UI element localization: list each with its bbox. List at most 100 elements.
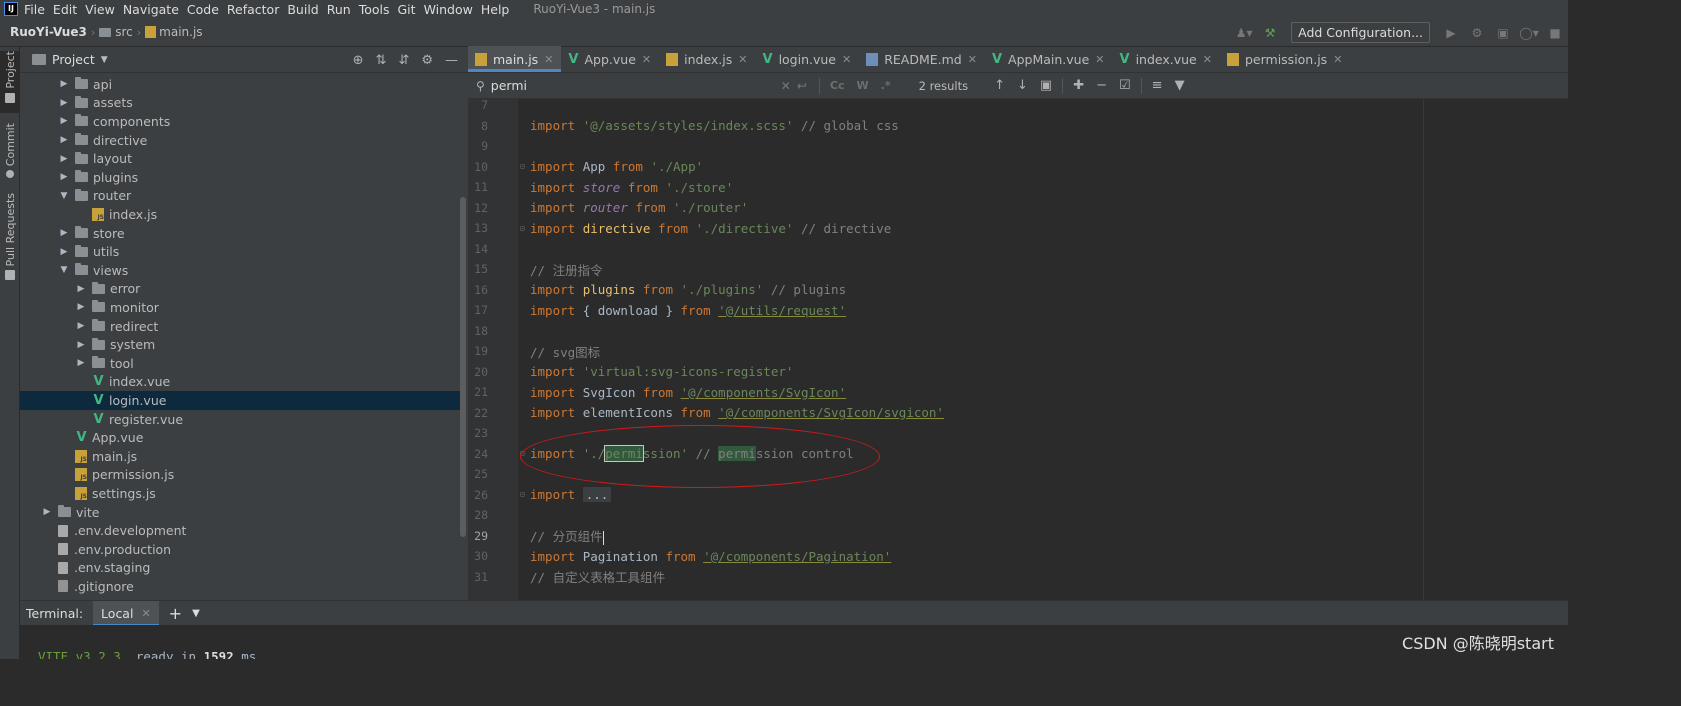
editor-tab[interactable]: permission.js ✕ bbox=[1220, 46, 1350, 72]
tree-item[interactable]: ▶ utils bbox=[20, 242, 460, 261]
chevron-down-icon[interactable]: ▼ bbox=[101, 55, 108, 65]
breadcrumb-project[interactable]: RuoYi-Vue3 bbox=[10, 25, 87, 39]
menu-item-build[interactable]: Build bbox=[287, 2, 318, 17]
tree-item[interactable]: Vindex.vue bbox=[20, 373, 460, 392]
editor-tab[interactable]: V AppMain.vue ✕ bbox=[985, 46, 1113, 72]
tree-item[interactable]: .env.production bbox=[20, 540, 460, 559]
filter-icon[interactable]: ▼ bbox=[1175, 78, 1185, 93]
tree-item[interactable]: JS permission.js bbox=[20, 466, 460, 485]
whole-word-toggle[interactable]: W bbox=[857, 79, 869, 92]
menu-item-view[interactable]: View bbox=[85, 2, 115, 17]
editor-tab[interactable]: README.md ✕ bbox=[859, 46, 985, 72]
gear-icon[interactable]: ⚙ bbox=[421, 53, 433, 68]
close-icon[interactable]: ✕ bbox=[1333, 53, 1342, 66]
pull-requests-tool-button[interactable]: Pull Requests bbox=[0, 193, 20, 283]
chevron-right-icon[interactable]: ▶ bbox=[76, 358, 86, 368]
tree-item[interactable]: ▶ components bbox=[20, 112, 460, 131]
tree-item[interactable]: ▶ monitor bbox=[20, 298, 460, 317]
tree-item[interactable]: JS settings.js bbox=[20, 484, 460, 503]
fold-icon[interactable]: ⊟ bbox=[520, 162, 530, 171]
build-hammer-icon[interactable]: ⚒ bbox=[1262, 25, 1278, 41]
chevron-right-icon[interactable]: ▶ bbox=[59, 247, 69, 257]
add-terminal-icon[interactable]: + bbox=[169, 604, 182, 623]
tree-item[interactable]: ▶ assets bbox=[20, 94, 460, 113]
select-all-icon[interactable]: ☑ bbox=[1119, 78, 1131, 93]
editor-tab[interactable]: main.js ✕ bbox=[468, 46, 562, 72]
hide-icon[interactable]: — bbox=[445, 53, 458, 68]
close-icon[interactable]: ✕ bbox=[544, 53, 553, 66]
regex-toggle[interactable]: .* bbox=[881, 79, 891, 92]
align-icon[interactable]: ≡ bbox=[1152, 78, 1163, 93]
tree-item[interactable]: ▶ tool bbox=[20, 354, 460, 373]
tree-item[interactable]: ▶ vite bbox=[20, 503, 460, 522]
tree-item[interactable]: JS index.js bbox=[20, 205, 460, 224]
profile-icon[interactable]: ◯▾ bbox=[1519, 25, 1538, 41]
chevron-right-icon[interactable]: ▶ bbox=[42, 507, 52, 517]
fold-icon[interactable]: ⊟ bbox=[520, 449, 530, 458]
menu-item-navigate[interactable]: Navigate bbox=[123, 2, 179, 17]
tree-item[interactable]: V App.vue bbox=[20, 428, 460, 447]
debug-icon[interactable]: ⚙ bbox=[1469, 25, 1485, 41]
breadcrumb-file[interactable]: main.js bbox=[159, 25, 202, 39]
chevron-right-icon[interactable]: ▶ bbox=[59, 116, 69, 126]
editor-tab[interactable]: Vindex.vue ✕ bbox=[1113, 46, 1220, 72]
tree-item[interactable]: .env.development bbox=[20, 521, 460, 540]
fold-icon[interactable]: ⊟ bbox=[520, 224, 530, 233]
close-icon[interactable]: ✕ bbox=[738, 53, 747, 66]
close-icon[interactable]: ✕ bbox=[141, 607, 150, 620]
collapse-all-icon[interactable]: ⇵ bbox=[398, 53, 409, 68]
tree-item[interactable]: ▶ store bbox=[20, 224, 460, 243]
close-icon[interactable]: ✕ bbox=[1203, 53, 1212, 66]
select-all-occurrences-icon[interactable]: ▣ bbox=[1040, 78, 1052, 93]
chevron-right-icon[interactable]: ▶ bbox=[59, 135, 69, 145]
menu-item-window[interactable]: Window bbox=[424, 2, 473, 17]
chevron-right-icon[interactable]: ▶ bbox=[59, 228, 69, 238]
chevron-right-icon[interactable]: ▶ bbox=[59, 154, 69, 164]
stop-icon[interactable]: ■ bbox=[1547, 25, 1563, 41]
project-tool-button[interactable]: Project bbox=[0, 51, 20, 113]
add-occurrence-icon[interactable]: ✚ bbox=[1073, 78, 1084, 93]
terminal-output[interactable]: VITE v3.2.3 ready in 1592 ms bbox=[20, 625, 1568, 659]
tree-item[interactable]: Vlogin.vue bbox=[20, 391, 460, 410]
coverage-icon[interactable]: ▣ bbox=[1495, 25, 1511, 41]
tree-item[interactable]: ▼ router bbox=[20, 187, 460, 206]
tree-item[interactable]: .gitignore bbox=[20, 577, 460, 596]
menu-item-edit[interactable]: Edit bbox=[53, 2, 77, 17]
tree-scrollbar[interactable] bbox=[460, 197, 466, 537]
menu-item-tools[interactable]: Tools bbox=[359, 2, 390, 17]
project-panel-title[interactable]: Project bbox=[52, 52, 95, 67]
chevron-right-icon[interactable]: ▶ bbox=[59, 79, 69, 89]
run-icon[interactable]: ▶ bbox=[1443, 25, 1459, 41]
chevron-right-icon[interactable]: ▶ bbox=[76, 321, 86, 331]
tree-item[interactable]: ▼ views bbox=[20, 261, 460, 280]
breadcrumb-folder[interactable]: src bbox=[115, 25, 133, 39]
close-icon[interactable]: ✕ bbox=[968, 53, 977, 66]
chevron-right-icon[interactable]: ▶ bbox=[76, 302, 86, 312]
chevron-down-icon[interactable]: ▼ bbox=[59, 265, 69, 275]
tree-item[interactable]: ▶ error bbox=[20, 280, 460, 299]
menu-item-refactor[interactable]: Refactor bbox=[227, 2, 279, 17]
chevron-down-icon[interactable]: ▼ bbox=[192, 608, 200, 619]
terminal-tab-local[interactable]: Local ✕ bbox=[93, 600, 159, 626]
clear-search-icon[interactable]: ✕ bbox=[781, 79, 791, 93]
code-token[interactable]: ... bbox=[582, 487, 612, 503]
editor-tab[interactable]: Vlogin.vue ✕ bbox=[756, 46, 860, 72]
chevron-right-icon[interactable]: ▶ bbox=[76, 284, 86, 294]
tree-item[interactable]: ▶ redirect bbox=[20, 317, 460, 336]
remove-occurrence-icon[interactable]: − bbox=[1096, 78, 1107, 93]
tree-item[interactable]: JS main.js bbox=[20, 447, 460, 466]
run-configuration-button[interactable]: Add Configuration... bbox=[1291, 22, 1430, 43]
chevron-right-icon[interactable]: ▶ bbox=[59, 98, 69, 108]
search-input[interactable] bbox=[490, 78, 781, 93]
chevron-down-icon[interactable]: ▼ bbox=[59, 191, 69, 201]
close-icon[interactable]: ✕ bbox=[1095, 53, 1104, 66]
menu-item-code[interactable]: Code bbox=[187, 2, 219, 17]
menu-item-file[interactable]: File bbox=[24, 2, 45, 17]
locate-icon[interactable]: ⊕ bbox=[353, 53, 364, 68]
user-icon[interactable]: ♟▾ bbox=[1236, 25, 1253, 41]
menu-item-run[interactable]: Run bbox=[327, 2, 351, 17]
editor-tab[interactable]: V App.vue ✕ bbox=[561, 46, 659, 72]
previous-occurrence-icon[interactable]: ↑ bbox=[994, 78, 1005, 93]
close-icon[interactable]: ✕ bbox=[842, 53, 851, 66]
fold-icon[interactable]: ⊟ bbox=[520, 490, 530, 499]
